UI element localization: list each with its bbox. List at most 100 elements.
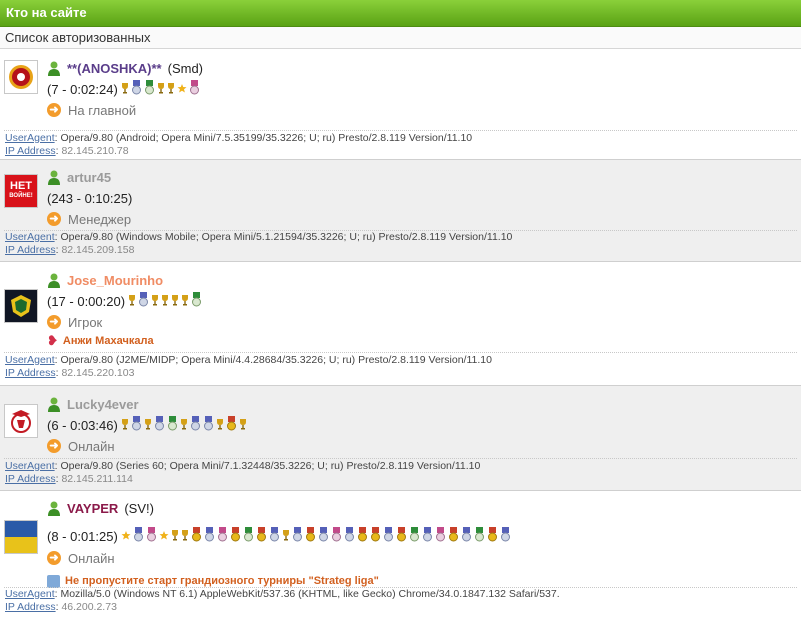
medals [121,416,249,434]
user-name[interactable]: Lucky4ever [67,397,139,412]
medal-gold-icon [396,527,407,545]
user-agent-line: UserAgent: Opera/9.80 (Series 60; Opera … [5,460,481,472]
medal-gold-icon [230,527,241,545]
useragent-label[interactable]: UserAgent [5,354,55,366]
star-icon [177,82,187,97]
medal-blue-icon [383,527,394,545]
user-stats: (17 - 0:00:20) [47,293,126,309]
useragent-label[interactable]: UserAgent [5,231,55,243]
star-icon [121,529,131,544]
medal-blue-icon [422,527,433,545]
club-name[interactable]: Анжи Махачкала [63,335,154,347]
cup-icon [144,418,152,433]
ip-label[interactable]: IP Address [5,473,56,485]
user-tag: (Smd) [167,60,204,76]
announcement-link[interactable]: Не пропустите старт грандиозного турниры… [65,575,379,587]
medal-blue-icon [344,527,355,545]
medal-pink-icon [435,527,446,545]
user-name[interactable]: **(ANOSHKA)** [67,61,162,76]
benfica-logo-icon [11,410,31,433]
avatar[interactable]: НЕТ ВОЙНЕ! [4,174,38,208]
user-icon [48,170,60,185]
cup-icon [121,82,129,97]
ip-line: IP Address: 82.145.209.158 [5,244,135,256]
user-icon [48,501,60,516]
user-icon [48,397,60,412]
cup-icon [282,529,290,544]
avatar[interactable] [4,404,38,438]
ip-line: IP Address: 46.200.2.73 [5,601,117,613]
user-stats: (243 - 0:10:25) [47,190,133,206]
user-stats: (6 - 0:03:46) [47,417,118,433]
medals [128,292,204,310]
ukraine-flag-icon [5,521,37,553]
ip-label[interactable]: IP Address [5,145,56,157]
cup-icon [181,294,189,309]
user-badge-icon [47,574,60,588]
cup-icon [216,418,224,433]
medal-green-icon [474,527,485,545]
section-title: Список авторизованных [0,27,801,49]
cup-icon [171,529,179,544]
medal-blue-icon [131,416,142,434]
arrow-right-icon: ➜ [47,551,61,565]
avatar[interactable] [4,60,38,94]
medal-gold-icon [370,527,381,545]
medal-blue-icon [461,527,472,545]
medal-green-icon [167,416,178,434]
useragent-label[interactable]: UserAgent [5,588,55,600]
user-name[interactable]: artur45 [67,170,111,185]
cup-icon [128,294,136,309]
user-icon [48,61,60,76]
user-location[interactable]: Менеджер [68,212,131,227]
user-name[interactable]: Jose_Mourinho [67,273,163,288]
medal-gold-icon [487,527,498,545]
cup-icon [180,418,188,433]
medal-green-icon [144,80,155,98]
avatar[interactable] [4,520,38,554]
user-name[interactable]: VAYPER [67,501,118,516]
user-location[interactable]: На главной [68,103,136,118]
galatasaray-logo-icon [9,65,33,89]
ip-line: IP Address: 82.145.211.114 [5,473,133,485]
arrow-right-icon: ➜ [47,315,61,329]
ip-label[interactable]: IP Address [5,367,56,379]
useragent-label[interactable]: UserAgent [5,132,55,144]
ip-line: IP Address: 82.145.210.78 [5,145,129,157]
user-location[interactable]: Онлайн [68,551,115,566]
user-entry: НЕТ ВОЙНЕ! artur45 (243 - 0:10:25) ➜ Мен… [0,160,801,262]
arrow-right-icon: ➜ [47,439,61,453]
cup-icon [157,82,165,97]
user-agent-line: UserAgent: Opera/9.80 (J2ME/MIDP; Opera … [5,354,492,366]
user-agent-line: UserAgent: Mozilla/5.0 (Windows NT 6.1) … [5,588,560,600]
medal-blue-icon [269,527,280,545]
ip-label[interactable]: IP Address [5,244,56,256]
useragent-label[interactable]: UserAgent [5,460,55,472]
medal-blue-icon [318,527,329,545]
net-voine-logo-icon: НЕТ ВОЙНЕ! [9,180,33,200]
medal-blue-icon [204,527,215,545]
medal-green-icon [191,292,202,310]
user-agent-line: UserAgent: Opera/9.80 (Windows Mobile; O… [5,231,513,243]
medal-blue-icon [154,416,165,434]
user-location[interactable]: Онлайн [68,439,115,454]
user-stats: (7 - 0:02:24) [47,81,118,97]
medal-pink-icon [146,527,157,545]
panel-header: Кто на сайте [0,0,801,27]
medal-blue-icon [203,416,214,434]
medal-green-icon [409,527,420,545]
ip-label[interactable]: IP Address [5,601,56,613]
panel-title: Кто на сайте [6,5,87,20]
user-entry: **(ANOSHKA)** (Smd) (7 - 0:02:24) ➜ На г… [0,49,801,160]
medal-pink-icon [189,80,200,98]
cup-icon [171,294,179,309]
medal-blue-icon [292,527,303,545]
medals [121,80,202,98]
medal-gold-icon [256,527,267,545]
heart-arrow-icon: ❥ [47,333,58,348]
arrow-right-icon: ➜ [47,212,61,226]
medal-blue-icon [131,80,142,98]
medal-pink-icon [331,527,342,545]
avatar[interactable] [4,289,38,323]
user-location[interactable]: Игрок [68,315,102,330]
